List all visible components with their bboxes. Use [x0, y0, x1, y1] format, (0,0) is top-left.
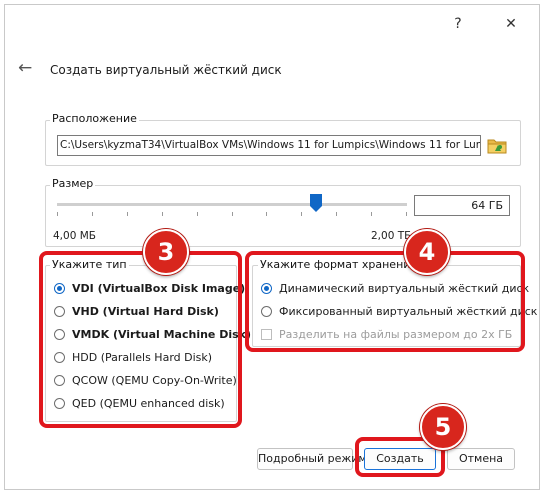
highlight-storage-format	[245, 251, 525, 352]
location-label: Расположение	[50, 112, 139, 125]
close-icon[interactable]: ✕	[496, 12, 526, 36]
slider-tick	[57, 212, 58, 216]
slider-tick	[336, 212, 337, 216]
size-min-label: 4,00 МБ	[53, 230, 96, 242]
help-icon[interactable]: ?	[443, 12, 473, 36]
highlight-disk-type	[39, 251, 242, 428]
step-badge-4: 4	[404, 229, 450, 275]
slider-tick	[371, 212, 372, 216]
size-max-label: 2,00 ТБ	[371, 230, 412, 242]
size-slider-track[interactable]	[57, 203, 407, 206]
slider-tick	[162, 212, 163, 216]
slider-tick	[127, 212, 128, 216]
slider-tick	[92, 212, 93, 216]
size-slider-thumb[interactable]	[310, 194, 322, 212]
step-badge-3: 3	[143, 229, 189, 275]
back-arrow-icon[interactable]: ←	[18, 58, 32, 78]
location-path-field[interactable]: C:\Users\kyzmaT34\VirtualBox VMs\Windows…	[57, 135, 481, 156]
cancel-button[interactable]: Отмена	[447, 448, 515, 470]
folder-browse-icon[interactable]	[487, 136, 507, 154]
page-title: Создать виртуальный жёсткий диск	[50, 63, 282, 77]
size-input[interactable]: 64 ГБ	[414, 195, 510, 216]
slider-tick	[232, 212, 233, 216]
step-badge-5: 5	[420, 404, 466, 450]
slider-tick	[301, 212, 302, 216]
slider-tick	[266, 212, 267, 216]
expert-mode-button[interactable]: Подробный режим	[257, 448, 367, 470]
slider-tick	[197, 212, 198, 216]
size-label: Размер	[50, 177, 96, 190]
slider-tick	[406, 212, 407, 216]
